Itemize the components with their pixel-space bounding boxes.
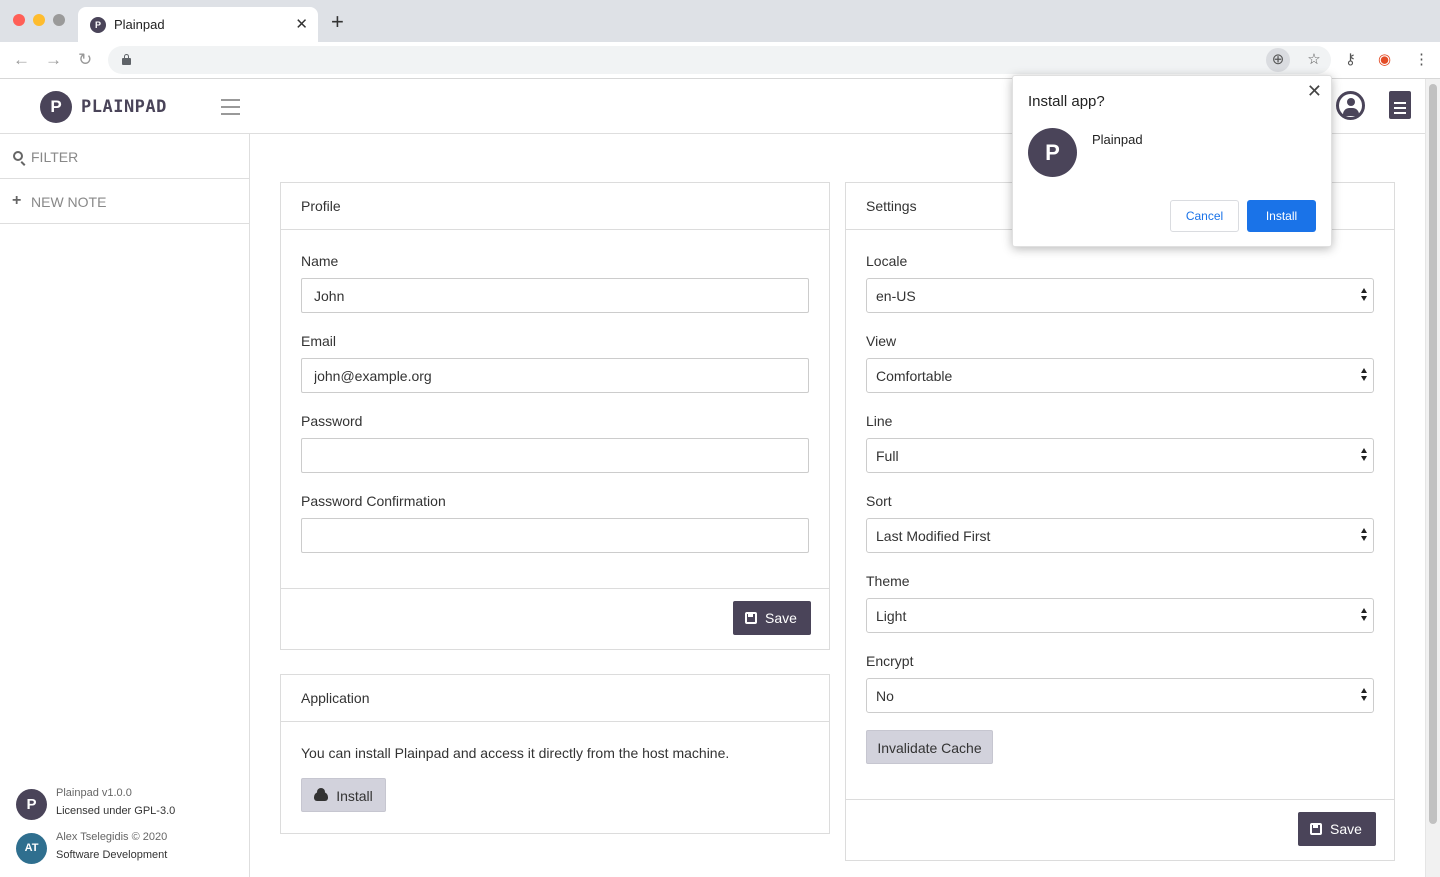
application-install-label: Install — [336, 788, 373, 804]
view-select[interactable]: Comfortable — [866, 358, 1374, 393]
application-description: You can install Plainpad and access it d… — [301, 745, 730, 761]
plainpad-footer-logo-icon[interactable]: P — [16, 789, 47, 820]
extension-icon[interactable]: ◉ — [1378, 51, 1391, 69]
browser-tab[interactable]: P Plainpad ✕ — [78, 7, 318, 42]
tab-title: Plainpad — [114, 17, 165, 32]
theme-label: Theme — [866, 573, 910, 589]
author-info: AT Alex Tselegidis © 2020 Software Devel… — [16, 831, 246, 865]
cloud-upload-icon — [314, 788, 329, 801]
filter-input[interactable]: FILTER — [0, 134, 249, 179]
version-text[interactable]: Plainpad v1.0.0 — [56, 787, 132, 799]
password-confirmation-field[interactable] — [301, 518, 809, 553]
view-label: View — [866, 333, 897, 349]
locale-value: en-US — [876, 288, 916, 304]
cancel-button[interactable]: Cancel — [1170, 200, 1239, 232]
password-field[interactable] — [301, 438, 809, 473]
invalidate-cache-button[interactable]: Invalidate Cache — [866, 730, 993, 764]
key-icon[interactable]: ⚷ — [1345, 51, 1356, 69]
select-arrows-icon — [1361, 528, 1368, 543]
save-icon — [1310, 823, 1322, 835]
address-bar[interactable]: ⊕ ☆ — [108, 46, 1331, 74]
hamburger-menu-icon[interactable] — [221, 99, 240, 120]
encrypt-select[interactable]: No — [866, 678, 1374, 713]
new-tab-button[interactable]: + — [331, 11, 344, 33]
email-field[interactable] — [301, 358, 809, 393]
browser-menu-icon[interactable]: ⋮ — [1414, 51, 1429, 69]
application-install-button[interactable]: Install — [301, 778, 386, 812]
sort-select[interactable]: Last Modified First — [866, 518, 1374, 553]
window-minimize-button[interactable] — [33, 14, 45, 26]
browser-tab-strip: P Plainpad ✕ + — [0, 0, 1440, 42]
line-select[interactable]: Full — [866, 438, 1374, 473]
brand-name[interactable]: PLAINPAD — [81, 97, 167, 117]
settings-save-label: Save — [1330, 821, 1362, 837]
search-icon — [13, 151, 23, 161]
plainpad-favicon-icon: P — [90, 17, 106, 33]
settings-save-button[interactable]: Save — [1298, 812, 1376, 846]
view-value: Comfortable — [876, 368, 953, 384]
profile-card: Profile Name Email Password Password Con… — [280, 182, 830, 650]
new-note-label: NEW NOTE — [31, 194, 107, 210]
back-arrow-icon[interactable]: ← — [13, 50, 30, 70]
window-close-button[interactable] — [13, 14, 25, 26]
sort-value: Last Modified First — [876, 528, 991, 544]
forward-arrow-icon[interactable]: → — [45, 50, 62, 70]
author-logo-icon[interactable]: AT — [16, 833, 47, 864]
name-field[interactable] — [301, 278, 809, 313]
plainpad-logo-icon[interactable]: P — [40, 91, 72, 123]
locale-select[interactable]: en-US — [866, 278, 1374, 313]
encrypt-label: Encrypt — [866, 653, 914, 669]
page-scrollbar[interactable] — [1425, 79, 1440, 877]
email-label: Email — [301, 333, 337, 349]
profile-card-title: Profile — [281, 183, 829, 230]
profile-save-button[interactable]: Save — [733, 601, 811, 635]
password-label: Password — [301, 413, 363, 429]
line-value: Full — [876, 448, 899, 464]
profile-save-label: Save — [765, 610, 797, 626]
select-arrows-icon — [1361, 368, 1368, 383]
author-role-text[interactable]: Software Development — [56, 849, 167, 861]
tab-close-icon[interactable]: ✕ — [295, 15, 308, 33]
password-confirmation-label: Password Confirmation — [301, 493, 446, 509]
locale-label: Locale — [866, 253, 908, 269]
theme-select[interactable]: Light — [866, 598, 1374, 633]
application-card-title: Application — [281, 675, 829, 722]
sidebar: FILTER + NEW NOTE P Plainpad v1.0.0 Lice… — [0, 134, 250, 877]
install-app-dialog: Install app? ✕ P Plainpad Cancel Install — [1012, 75, 1332, 247]
sort-label: Sort — [866, 493, 892, 509]
select-arrows-icon — [1361, 288, 1368, 303]
license-text[interactable]: Licensed under GPL-3.0 — [56, 805, 175, 817]
save-icon — [745, 612, 757, 624]
close-icon[interactable]: ✕ — [1307, 81, 1322, 102]
browser-toolbar: ← → ↻ ⊕ ☆ ⚷ ◉ ⋮ — [0, 42, 1440, 79]
new-note-button[interactable]: + NEW NOTE — [0, 179, 249, 224]
encrypt-value: No — [876, 688, 894, 704]
version-info: P Plainpad v1.0.0 Licensed under GPL-3.0 — [16, 787, 246, 821]
plus-icon: + — [12, 192, 22, 209]
bookmark-star-icon[interactable]: ☆ — [1302, 48, 1326, 72]
install-dialog-title: Install app? — [1028, 93, 1105, 110]
select-arrows-icon — [1361, 688, 1368, 703]
user-account-icon[interactable] — [1336, 91, 1365, 120]
settings-card: Settings Locale en-US View Comfortable L… — [845, 182, 1395, 861]
select-arrows-icon — [1361, 448, 1368, 463]
lock-icon — [122, 54, 131, 65]
document-icon[interactable] — [1389, 91, 1411, 119]
install-app-icon[interactable]: ⊕ — [1266, 48, 1290, 72]
select-arrows-icon — [1361, 608, 1368, 623]
filter-label: FILTER — [31, 149, 79, 165]
install-dialog-app-name: Plainpad — [1092, 132, 1143, 147]
theme-value: Light — [876, 608, 907, 624]
window-zoom-button[interactable] — [53, 14, 65, 26]
name-label: Name — [301, 253, 339, 269]
reload-icon[interactable]: ↻ — [78, 50, 92, 70]
profile-card-footer: Save — [281, 588, 829, 649]
line-label: Line — [866, 413, 893, 429]
application-card: Application You can install Plainpad and… — [280, 674, 830, 834]
settings-card-footer: Save — [846, 799, 1394, 860]
author-text[interactable]: Alex Tselegidis © 2020 — [56, 831, 167, 843]
plainpad-app-icon: P — [1028, 128, 1077, 177]
scrollbar-thumb[interactable] — [1429, 84, 1437, 824]
install-button[interactable]: Install — [1247, 200, 1316, 232]
